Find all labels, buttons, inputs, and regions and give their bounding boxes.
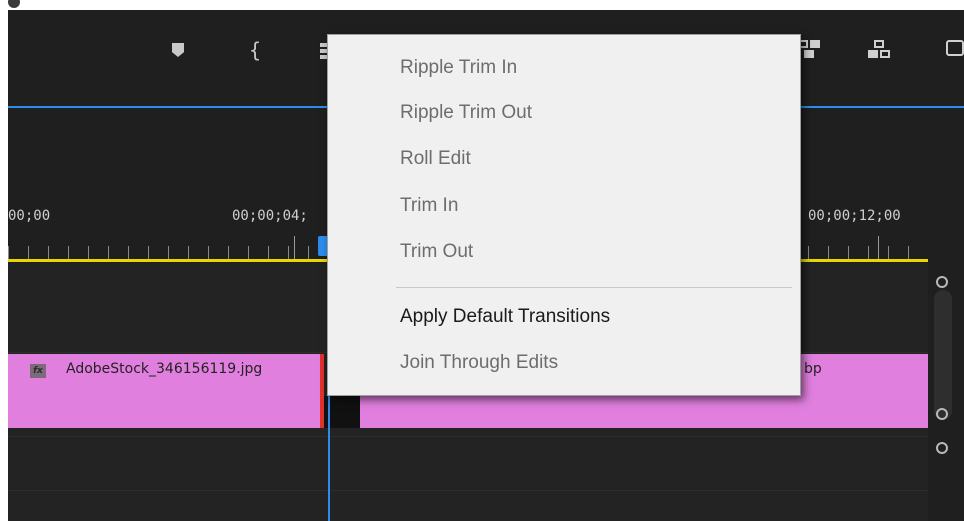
window-edge-left <box>0 0 8 521</box>
ruler-major-tick <box>878 236 879 260</box>
menu-item-roll-edit[interactable]: Roll Edit <box>400 148 471 170</box>
timecode-end: 00;00;12;00 <box>808 208 901 224</box>
menu-item-trim-in[interactable]: Trim In <box>400 195 458 217</box>
fx-badge-icon[interactable]: fx <box>30 364 46 378</box>
lift-icon[interactable] <box>798 40 820 58</box>
menu-item-ripple-trim-out[interactable]: Ripple Trim Out <box>400 102 532 124</box>
track-divider <box>8 436 928 437</box>
edit-point-marker[interactable] <box>320 354 324 428</box>
extract-icon[interactable] <box>868 40 890 58</box>
clip-name-partial: bp <box>804 361 822 377</box>
menu-separator <box>396 287 792 288</box>
scroll-handle-top-icon[interactable] <box>936 276 948 288</box>
window-edge-top <box>0 0 964 10</box>
track-divider <box>8 490 928 491</box>
timecode-mid: 00;00;04; <box>232 208 308 224</box>
menu-item-ripple-trim-in[interactable]: Ripple Trim In <box>400 57 517 79</box>
clip-name: AdobeStock_346156119.jpg <box>66 361 263 377</box>
brace-icon[interactable]: { <box>249 38 261 62</box>
scroll-handle-icon[interactable] <box>936 442 948 454</box>
ruler-major-tick <box>294 236 295 260</box>
menu-item-join-through-edits[interactable]: Join Through Edits <box>400 352 558 374</box>
menu-item-trim-out[interactable]: Trim Out <box>400 241 473 263</box>
context-menu: Ripple Trim In Ripple Trim Out Roll Edit… <box>327 34 801 396</box>
menu-item-apply-default-transitions[interactable]: Apply Default Transitions <box>400 306 610 328</box>
premiere-timeline: { 00;00 00;00;04; 00;00;12;00 fx AdobeSt… <box>0 0 964 521</box>
camera-icon[interactable] <box>946 40 964 56</box>
scrollbar-thumb[interactable] <box>934 290 952 420</box>
timecode-start: 00;00 <box>8 208 51 224</box>
scroll-handle-bottom-icon[interactable] <box>936 408 948 420</box>
